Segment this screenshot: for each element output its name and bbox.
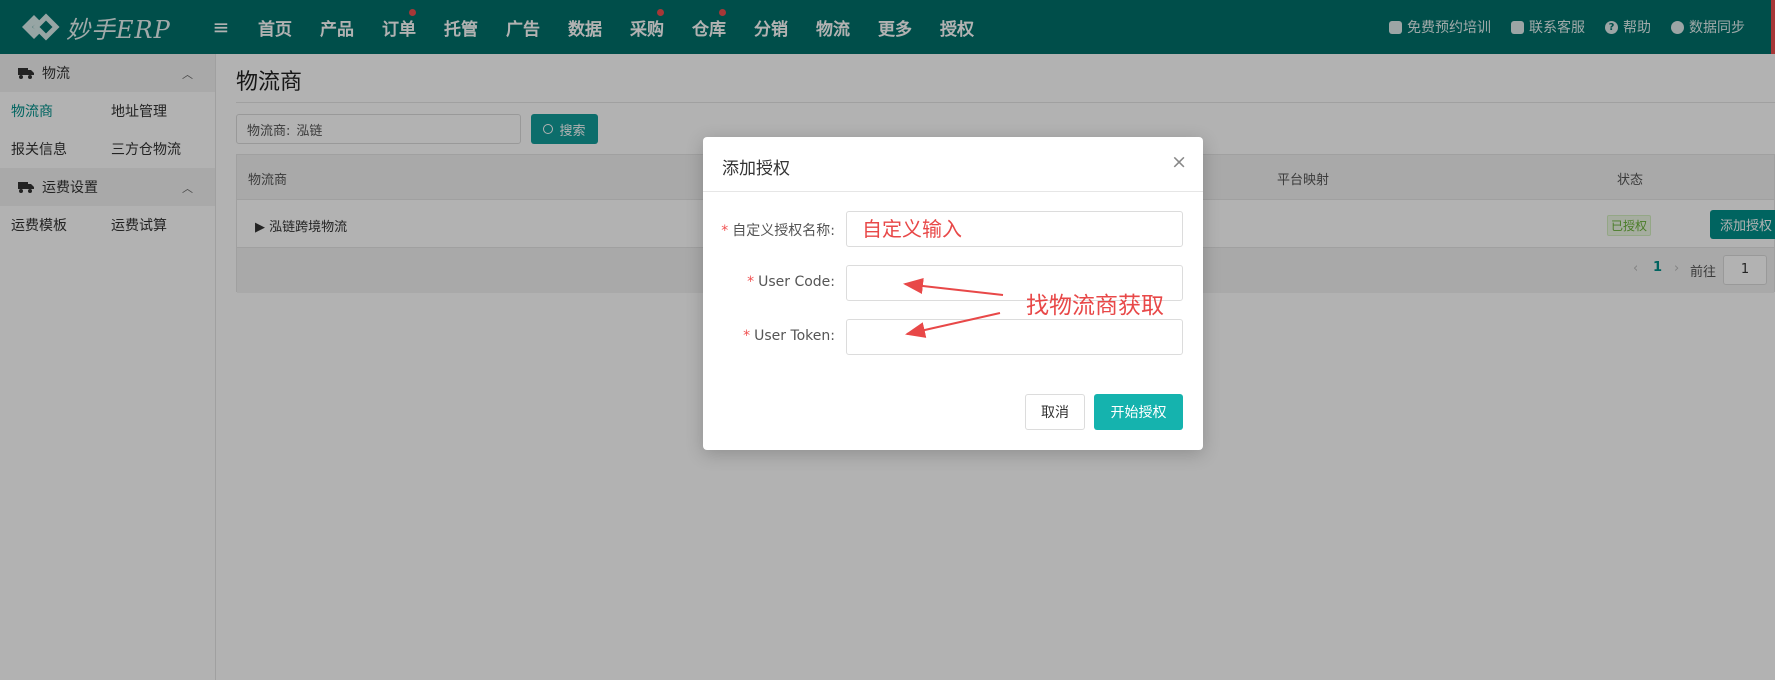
annotation-text: 找物流商获取	[1026, 293, 1164, 319]
arrow-to-user-code	[903, 278, 1004, 296]
arrow-to-user-token	[905, 312, 1001, 338]
annotation-arrows	[903, 278, 1004, 338]
